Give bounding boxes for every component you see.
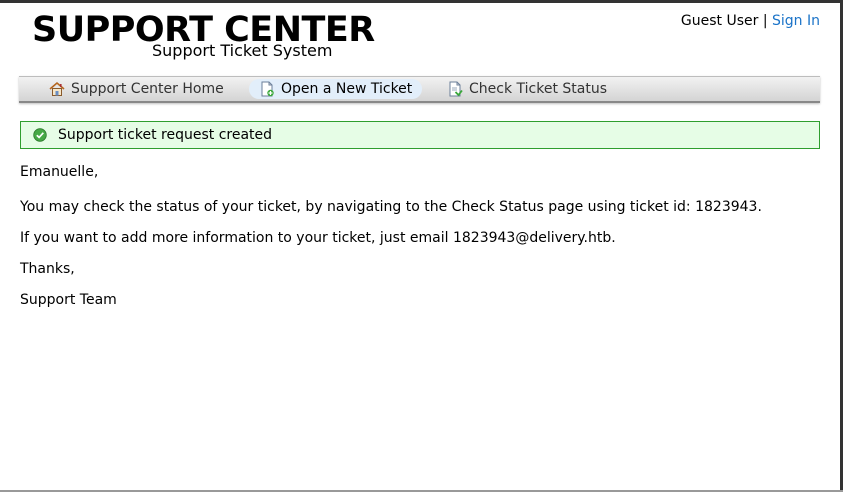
greeting: Emanuelle, <box>20 164 99 180</box>
thanks-line: Thanks, <box>20 261 75 277</box>
nav-item-label: Support Center Home <box>71 81 224 97</box>
guest-user-label: Guest User <box>680 13 759 29</box>
logo-subtitle: Support Ticket System <box>152 41 333 60</box>
user-separator: | <box>762 13 768 29</box>
window-bottom-border <box>0 490 843 492</box>
window-top-border <box>0 0 843 3</box>
nav-open-new-ticket[interactable]: Open a New Ticket <box>249 79 423 99</box>
success-notice: Support ticket request created <box>20 121 820 149</box>
new-ticket-icon <box>259 81 275 97</box>
home-icon <box>49 81 65 97</box>
site-logo[interactable]: SUPPORT CENTER Support Ticket System <box>32 6 375 66</box>
notice-text: Support ticket request created <box>58 127 273 143</box>
ticket-status-icon <box>447 81 463 97</box>
success-check-icon <box>33 128 47 142</box>
user-area: Guest User | Sign In <box>681 12 820 30</box>
nav-check-ticket-status[interactable]: Check Ticket Status <box>447 79 607 99</box>
status-instructions: You may check the status of your ticket,… <box>20 199 762 215</box>
nav-support-center-home[interactable]: Support Center Home <box>49 79 224 99</box>
nav-item-label: Open a New Ticket <box>281 81 413 97</box>
sign-in-link[interactable]: Sign In <box>772 13 820 29</box>
signature: Support Team <box>20 292 117 308</box>
nav-item-label: Check Ticket Status <box>469 81 607 97</box>
email-instructions: If you want to add more information to y… <box>20 230 616 246</box>
main-nav: Support Center Home Open a New Ticket Ch… <box>19 76 820 103</box>
